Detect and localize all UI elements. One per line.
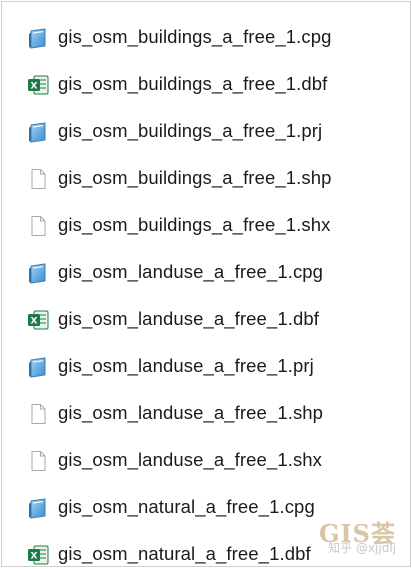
file-name: gis_osm_buildings_a_free_1.dbf bbox=[58, 73, 328, 95]
file-name: gis_osm_natural_a_free_1.dbf bbox=[58, 543, 311, 565]
file-row[interactable]: X gis_osm_natural_a_free_1.dbf bbox=[2, 531, 410, 567]
file-row[interactable]: gis_osm_buildings_a_free_1.cpg bbox=[2, 14, 410, 61]
svg-text:X: X bbox=[31, 81, 38, 91]
file-name: gis_osm_buildings_a_free_1.prj bbox=[58, 120, 323, 142]
file-row[interactable]: X gis_osm_landuse_a_free_1.dbf bbox=[2, 296, 410, 343]
file-name: gis_osm_landuse_a_free_1.shp bbox=[58, 402, 324, 424]
file-name: gis_osm_landuse_a_free_1.prj bbox=[58, 355, 314, 377]
file-row[interactable]: gis_osm_landuse_a_free_1.prj bbox=[2, 343, 410, 390]
file-row[interactable]: gis_osm_buildings_a_free_1.prj bbox=[2, 108, 410, 155]
blank-file-icon bbox=[26, 402, 50, 426]
file-row[interactable]: gis_osm_buildings_a_free_1.shx bbox=[2, 202, 410, 249]
config-file-icon bbox=[26, 26, 50, 50]
config-file-icon bbox=[26, 355, 50, 379]
config-file-icon bbox=[26, 496, 50, 520]
config-file-icon bbox=[26, 261, 50, 285]
file-name: gis_osm_buildings_a_free_1.shp bbox=[58, 167, 332, 189]
file-list: gis_osm_buildings_a_free_1.cpg X gis_osm… bbox=[2, 14, 410, 567]
excel-file-icon: X bbox=[26, 73, 50, 97]
excel-file-icon: X bbox=[26, 543, 50, 567]
file-row[interactable]: gis_osm_buildings_a_free_1.shp bbox=[2, 155, 410, 202]
blank-file-icon bbox=[26, 214, 50, 238]
svg-text:X: X bbox=[31, 551, 38, 561]
blank-file-icon bbox=[26, 449, 50, 473]
file-row[interactable]: gis_osm_landuse_a_free_1.cpg bbox=[2, 249, 410, 296]
file-name: gis_osm_landuse_a_free_1.shx bbox=[58, 449, 323, 471]
svg-text:X: X bbox=[31, 316, 38, 326]
file-row[interactable]: gis_osm_landuse_a_free_1.shp bbox=[2, 390, 410, 437]
file-row[interactable]: gis_osm_landuse_a_free_1.shx bbox=[2, 437, 410, 484]
config-file-icon bbox=[26, 120, 50, 144]
file-name: gis_osm_landuse_a_free_1.dbf bbox=[58, 308, 319, 330]
excel-file-icon: X bbox=[26, 308, 50, 332]
file-name: gis_osm_landuse_a_free_1.cpg bbox=[58, 261, 324, 283]
file-name: gis_osm_buildings_a_free_1.shx bbox=[58, 214, 331, 236]
file-explorer-window: gis_osm_buildings_a_free_1.cpg X gis_osm… bbox=[1, 1, 411, 567]
file-name: gis_osm_natural_a_free_1.cpg bbox=[58, 496, 315, 518]
blank-file-icon bbox=[26, 167, 50, 191]
file-row[interactable]: X gis_osm_buildings_a_free_1.dbf bbox=[2, 61, 410, 108]
file-row[interactable]: gis_osm_natural_a_free_1.cpg bbox=[2, 484, 410, 531]
file-name: gis_osm_buildings_a_free_1.cpg bbox=[58, 26, 332, 48]
